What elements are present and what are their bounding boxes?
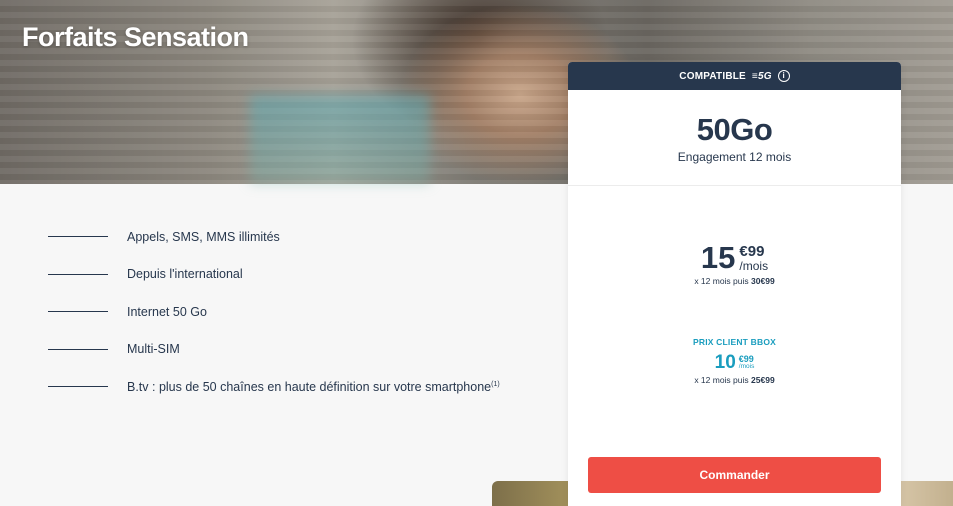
plan-card: COMPATIBLE ≡5G i 50Go Engagement 12 mois… (568, 62, 901, 506)
client-price-euros: 10 (714, 352, 736, 373)
client-note-prefix: x 12 mois puis (694, 375, 749, 385)
feature-item: Internet 50 Go (48, 293, 500, 331)
price-cents: €99 (739, 243, 765, 260)
client-price-unit: /mois (738, 363, 755, 370)
5g-badge: ≡5G (751, 70, 772, 82)
price-row: 15 €99 /mois (701, 242, 768, 274)
feature-item: B.tv : plus de 50 chaînes en haute défin… (48, 368, 500, 406)
feature-dash (48, 273, 108, 275)
engagement-text: Engagement 12 mois (677, 150, 792, 164)
compatible-label: COMPATIBLE (679, 70, 746, 82)
feature-label: Internet 50 Go (127, 304, 207, 319)
feature-dash (48, 311, 108, 313)
plan-summary: 50Go Engagement 12 mois (568, 90, 901, 186)
feature-item: Depuis l'international (48, 256, 500, 294)
price-unit: /mois (739, 259, 769, 273)
info-icon[interactable]: i (777, 70, 790, 82)
feature-label: Depuis l'international (127, 267, 243, 282)
price-note-after: 30€99 (751, 276, 775, 286)
price-euros: 15 (700, 240, 736, 275)
client-price-cents: €99 (738, 354, 754, 364)
price-side: €99 /mois (739, 243, 769, 273)
price-block: 15 €99 /mois x 12 mois puis 30€99 (568, 242, 901, 287)
compatibility-banner: COMPATIBLE ≡5G i (568, 62, 901, 90)
client-price-label: PRIX CLIENT BBOX (692, 337, 776, 347)
feature-label: Multi-SIM (127, 342, 180, 357)
price-note: x 12 mois puis 30€99 (568, 276, 901, 286)
bottom-photo (898, 481, 953, 506)
client-note-after: 25€99 (751, 375, 775, 385)
feature-list: Appels, SMS, MMS illimités Depuis l'inte… (48, 218, 500, 406)
price-note-prefix: x 12 mois puis (694, 276, 749, 286)
order-button[interactable]: Commander (588, 457, 881, 493)
page-title: Forfaits Sensation (22, 22, 249, 52)
feature-dash (48, 348, 108, 350)
feature-dash (48, 236, 108, 238)
client-price-row: 10 €99 /mois (715, 353, 755, 372)
feature-dash (48, 386, 108, 388)
feature-label-text: B.tv : plus de 50 chaînes en haute défin… (127, 379, 492, 394)
client-price-block: PRIX CLIENT BBOX 10 €99 /mois x 12 mois … (568, 337, 901, 385)
data-allowance: 50Go (696, 112, 773, 147)
feature-item: Multi-SIM (48, 331, 500, 369)
feature-item: Appels, SMS, MMS illimités (48, 218, 500, 256)
feature-label: Appels, SMS, MMS illimités (127, 229, 280, 244)
footnote-link[interactable]: (1) (491, 381, 500, 388)
client-price-note: x 12 mois puis 25€99 (568, 375, 901, 385)
client-price-side: €99 /mois (739, 355, 755, 371)
feature-label: B.tv : plus de 50 chaînes en haute défin… (127, 380, 500, 394)
